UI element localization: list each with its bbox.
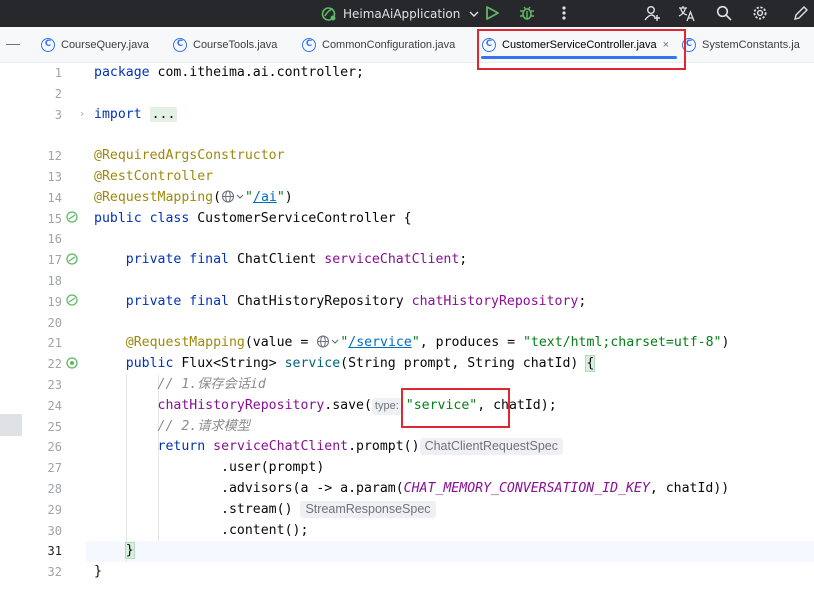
line-number: 16 <box>47 232 62 247</box>
line-number-current: 31 <box>47 544 62 559</box>
minimize-icon[interactable] <box>6 44 20 45</box>
endpoint-path-link[interactable]: /ai <box>253 190 277 205</box>
web-endpoint-icon[interactable] <box>66 357 78 369</box>
globe-icon[interactable] <box>221 190 245 203</box>
line-number: 17 <box>47 253 62 268</box>
fold-chevron-icon[interactable]: › <box>80 107 84 120</box>
tab-label: CourseQuery.java <box>61 39 149 51</box>
search-icon[interactable] <box>713 3 735 23</box>
java-class-icon: C <box>173 38 187 52</box>
line-number: 13 <box>47 170 62 184</box>
code-line-23: // 1.保存会话id <box>157 377 266 392</box>
line-number: 32 <box>47 565 62 580</box>
settings-icon[interactable] <box>749 3 771 23</box>
line-number: 28 <box>47 482 62 496</box>
code-line-30: .content(); <box>221 522 309 538</box>
globe-icon[interactable] <box>316 335 340 348</box>
code-line-19: private final ChatHistoryRepository chat… <box>125 293 587 309</box>
tab-coursetools[interactable]: C CourseTools.java <box>173 27 277 63</box>
line-number: 1 <box>54 66 62 80</box>
tab-systemconstants[interactable]: C SystemConstants.ja <box>682 27 800 63</box>
code-line-21: @RequestMapping(value = "/service", prod… <box>125 335 730 351</box>
type-hint: StreamResponseSpec <box>300 500 436 518</box>
line-number: 21 <box>47 336 62 351</box>
line-number: 18 <box>47 274 62 288</box>
editor-gutter: 1 2 3 12 13 14 15 16 17 18 19 20 21 22 2… <box>0 63 86 591</box>
spring-bean-icon[interactable] <box>66 211 78 223</box>
line-number: 14 <box>47 190 62 205</box>
code-line-14: @RequestMapping("/ai") <box>94 189 293 205</box>
code-line-12: @RequiredArgsConstructor <box>94 148 285 164</box>
line-number: 15 <box>47 211 62 226</box>
endpoint-path-link[interactable]: /service <box>348 335 412 350</box>
line-number: 20 <box>47 315 62 330</box>
line-number: 19 <box>47 294 62 309</box>
code-line-32: } <box>94 564 102 580</box>
tab-label: CommonConfiguration.java <box>322 39 456 51</box>
code-editor[interactable]: package com.itheima.ai.controller; impor… <box>86 63 814 591</box>
tab-commonconfiguration[interactable]: C CommonConfiguration.java <box>302 27 455 63</box>
folded-imports[interactable]: ... <box>149 106 178 122</box>
java-class-icon: C <box>302 38 316 52</box>
line-number: 2 <box>54 86 62 101</box>
java-class-icon: C <box>41 38 55 52</box>
run-config-name: HeimaAiApplication <box>343 6 461 21</box>
debug-icon[interactable] <box>516 3 538 23</box>
edit-icon[interactable] <box>790 3 812 23</box>
chevron-down-icon <box>469 11 479 17</box>
code-line-22: public Flux<String> service(String promp… <box>125 355 596 373</box>
code-line-1: package com.itheima.ai.controller; <box>94 65 364 80</box>
line-number: 22 <box>47 357 62 372</box>
spring-icon <box>321 7 336 21</box>
line-number: 12 <box>47 149 62 164</box>
gutter-selection-marker <box>0 414 22 436</box>
line-number: 24 <box>47 398 62 413</box>
line-number: 25 <box>47 419 62 434</box>
line-number: 29 <box>47 502 62 517</box>
spring-bean-icon[interactable] <box>66 294 78 306</box>
tab-label: SystemConstants.ja <box>702 39 800 51</box>
line-number: 30 <box>47 523 62 538</box>
code-line-29: .stream() StreamResponseSpec <box>94 500 436 521</box>
run-configuration-selector[interactable]: HeimaAiApplication <box>320 0 485 27</box>
spring-bean-icon[interactable] <box>66 253 78 265</box>
text-cursor <box>133 542 136 559</box>
tab-label: CourseTools.java <box>193 39 278 51</box>
highlight-box-code <box>401 388 510 428</box>
code-line-3: import ... <box>94 106 178 122</box>
more-icon[interactable] <box>553 3 575 23</box>
parameter-hint: type: <box>371 397 402 415</box>
code-line-26: return serviceChatClient.prompt() ChatCli… <box>94 437 563 458</box>
code-line-31: } <box>124 542 136 560</box>
tab-coursequery[interactable]: C CourseQuery.java <box>41 27 149 63</box>
current-line-highlight <box>86 541 814 562</box>
type-hint: ChatClientRequestSpec <box>419 438 563 456</box>
line-number: 27 <box>47 461 62 476</box>
run-icon[interactable] <box>481 3 503 23</box>
main-toolbar: HeimaAiApplication <box>0 0 814 27</box>
code-line-25: // 2.请求模型 <box>157 418 250 434</box>
code-line-28: .advisors(a -> a.param(CHAT_MEMORY_CONVE… <box>221 481 730 496</box>
code-line-15: public class CustomerServiceController { <box>94 210 412 226</box>
code-line-13: @RestController <box>94 169 214 184</box>
code-line-27: .user(prompt) <box>221 460 325 476</box>
line-number: 26 <box>47 440 62 455</box>
line-number: 3 <box>54 107 62 122</box>
code-line-17: private final ChatClient serviceChatClie… <box>125 252 468 268</box>
add-user-icon[interactable] <box>641 3 663 23</box>
translate-icon[interactable] <box>676 3 698 23</box>
line-number: 23 <box>47 378 62 392</box>
editor-tab-bar: C CourseQuery.java C CourseTools.java C … <box>0 27 814 63</box>
